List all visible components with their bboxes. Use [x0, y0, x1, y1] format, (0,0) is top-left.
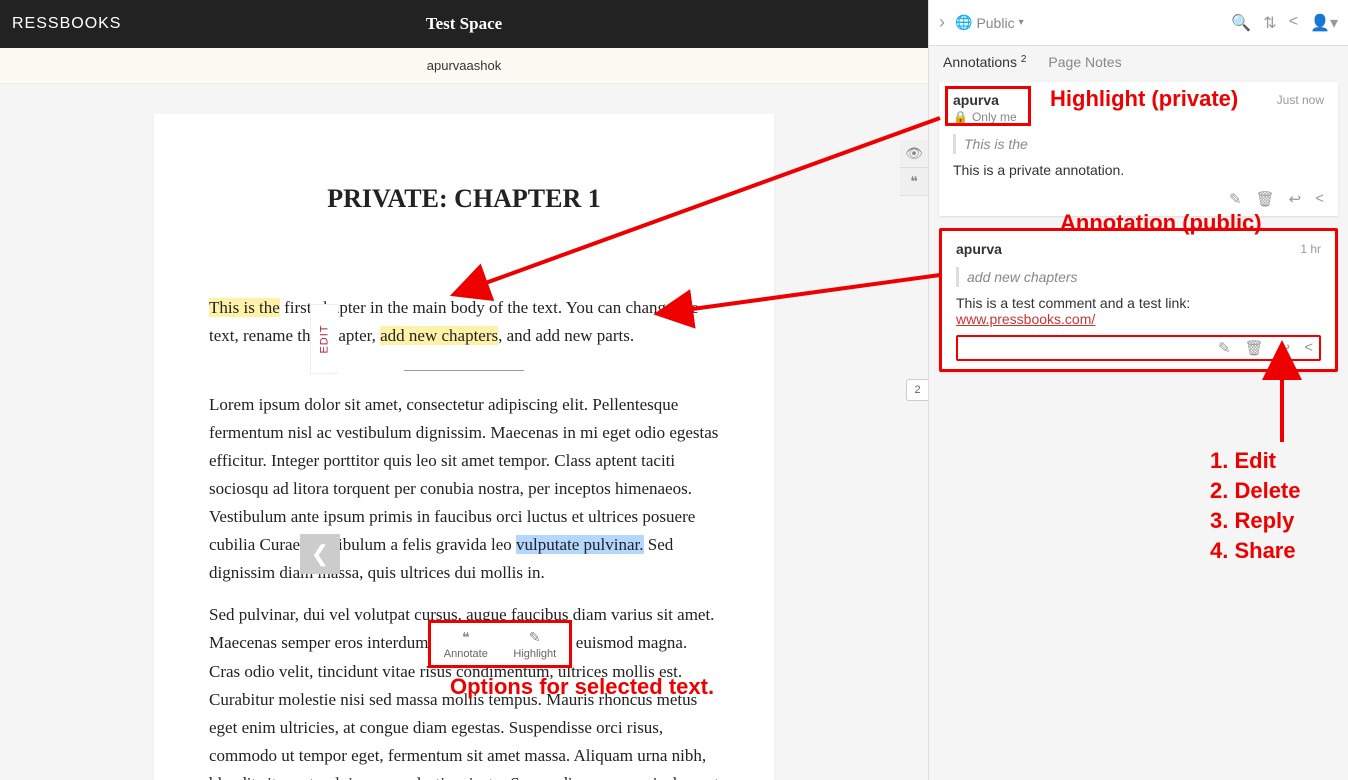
tab-annotations[interactable]: Annotations 2 — [943, 54, 1026, 70]
main-pane: RESSBOOKS Test Space apurvaashok EDIT ❮ … — [0, 0, 928, 780]
share-action-icon[interactable]: < — [1304, 339, 1313, 357]
paragraph-1: This is the first chapter in the main bo… — [209, 294, 719, 350]
delete-icon[interactable]: 🗑 — [1245, 339, 1264, 357]
card-author: apurva — [956, 241, 1002, 257]
section-divider — [404, 370, 524, 371]
annotation-comment: This is a test comment and a test link: … — [956, 295, 1321, 327]
card-timestamp: Just now — [1277, 93, 1324, 107]
tab-annotations-label: Annotations — [943, 54, 1017, 70]
prev-chapter-button[interactable]: ❮ — [300, 534, 340, 574]
selected-text[interactable]: vulputate pulvinar. — [516, 535, 643, 554]
visibility-dropdown[interactable]: 🌐 Public ▾ — [955, 14, 1024, 31]
user-menu-icon[interactable]: 👤▾ — [1310, 13, 1338, 33]
sidebar-tabs: Annotations 2 Page Notes — [929, 46, 1348, 78]
annotation-comment: This is a private annotation. — [953, 162, 1324, 178]
annotation-card-public[interactable]: apurva 1 hr add new chapters This is a t… — [939, 228, 1338, 372]
visibility-label: Public — [976, 15, 1014, 31]
annotation-bucket[interactable]: 2 — [906, 379, 928, 401]
tab-page-notes[interactable]: Page Notes — [1048, 54, 1121, 70]
annotate-label: Annotate — [444, 648, 488, 660]
marker-icon: ✎ — [529, 629, 541, 646]
highlight-2[interactable]: add new chapters — [380, 326, 498, 345]
annotation-card-private[interactable]: apurva Just now 🔒 Only me This is the Th… — [939, 82, 1338, 216]
app-root: RESSBOOKS Test Space apurvaashok EDIT ❮ … — [0, 0, 1348, 780]
quote-icon: ❝ — [462, 629, 470, 646]
card-actions: ✎ 🗑 ↩ < — [953, 186, 1324, 208]
search-icon[interactable]: 🔍 — [1231, 13, 1251, 33]
chapter-body: This is the first chapter in the main bo… — [209, 294, 719, 780]
comment-link[interactable]: www.pressbooks.com/ — [956, 311, 1095, 327]
annotate-option[interactable]: ❝ Annotate — [444, 629, 488, 660]
edit-icon[interactable]: ✎ — [1218, 339, 1231, 357]
page-title: Test Space — [426, 14, 502, 34]
paragraph-2: Lorem ipsum dolor sit amet, consectetur … — [209, 391, 719, 587]
delete-icon[interactable]: 🗑 — [1256, 190, 1275, 208]
author-bar: apurvaashok — [0, 48, 928, 84]
share-action-icon[interactable]: < — [1315, 190, 1324, 208]
selection-popup: ❝ Annotate ✎ Highlight — [430, 622, 570, 666]
privacy-label: Only me — [972, 110, 1017, 124]
caret-down-icon: ▾ — [1019, 17, 1024, 28]
comment-text: This is a test comment and a test link: — [956, 295, 1190, 311]
annotation-toggle-icon[interactable]: ❝ — [900, 168, 928, 196]
highlight-1[interactable]: This is the — [209, 298, 280, 317]
edit-tab[interactable]: EDIT — [310, 304, 338, 374]
card-author: apurva — [953, 92, 999, 108]
reply-icon[interactable]: ↩ — [1278, 339, 1291, 357]
logo-text: RESSBOOKS — [12, 15, 121, 33]
text-run: Lorem ipsum dolor sit amet, consectetur … — [209, 395, 718, 554]
chapter-title: PRIVATE: CHAPTER 1 — [209, 184, 719, 214]
reply-icon[interactable]: ↩ — [1289, 190, 1302, 208]
highlight-option[interactable]: ✎ Highlight — [513, 629, 556, 660]
annotations-sidebar: › 🌐 Public ▾ 🔍 ⇅ < 👤▾ Annotations 2 Page… — [928, 0, 1348, 780]
chapter-paper: PRIVATE: CHAPTER 1 This is the first cha… — [154, 114, 774, 780]
lock-icon: 🔒 — [953, 110, 968, 124]
sidebar-header: › 🌐 Public ▾ 🔍 ⇅ < 👤▾ — [929, 0, 1348, 46]
annotation-count: 2 — [1021, 54, 1027, 65]
sort-icon[interactable]: ⇅ — [1263, 13, 1276, 33]
edit-tab-label: EDIT — [319, 324, 331, 353]
annotation-cards: apurva Just now 🔒 Only me This is the Th… — [929, 78, 1348, 376]
collapse-sidebar-icon[interactable]: › — [939, 12, 945, 33]
annotation-quote: add new chapters — [956, 267, 1321, 287]
visibility-toggle-icon[interactable]: 👁 — [900, 140, 928, 168]
card-actions: ✎ 🗑 ↩ < — [956, 335, 1321, 361]
content-wrap: EDIT ❮ 2 👁 ❝ PRIVATE: CHAPTER 1 This is … — [0, 84, 928, 780]
highlight-label: Highlight — [513, 648, 556, 660]
globe-icon: 🌐 — [955, 14, 972, 31]
sidebar-header-actions: 🔍 ⇅ < 👤▾ — [1231, 13, 1338, 33]
card-timestamp: 1 hr — [1300, 242, 1321, 256]
annotation-quote: This is the — [953, 134, 1324, 154]
privacy-badge: 🔒 Only me — [953, 110, 1324, 124]
chevron-left-icon: ❮ — [311, 541, 329, 567]
topbar: RESSBOOKS Test Space — [0, 0, 928, 48]
edit-icon[interactable]: ✎ — [1229, 190, 1242, 208]
text-run: , and add new parts. — [498, 326, 634, 345]
sidebar-toggle-icons: 👁 ❝ — [900, 140, 928, 196]
share-icon[interactable]: < — [1289, 13, 1298, 33]
